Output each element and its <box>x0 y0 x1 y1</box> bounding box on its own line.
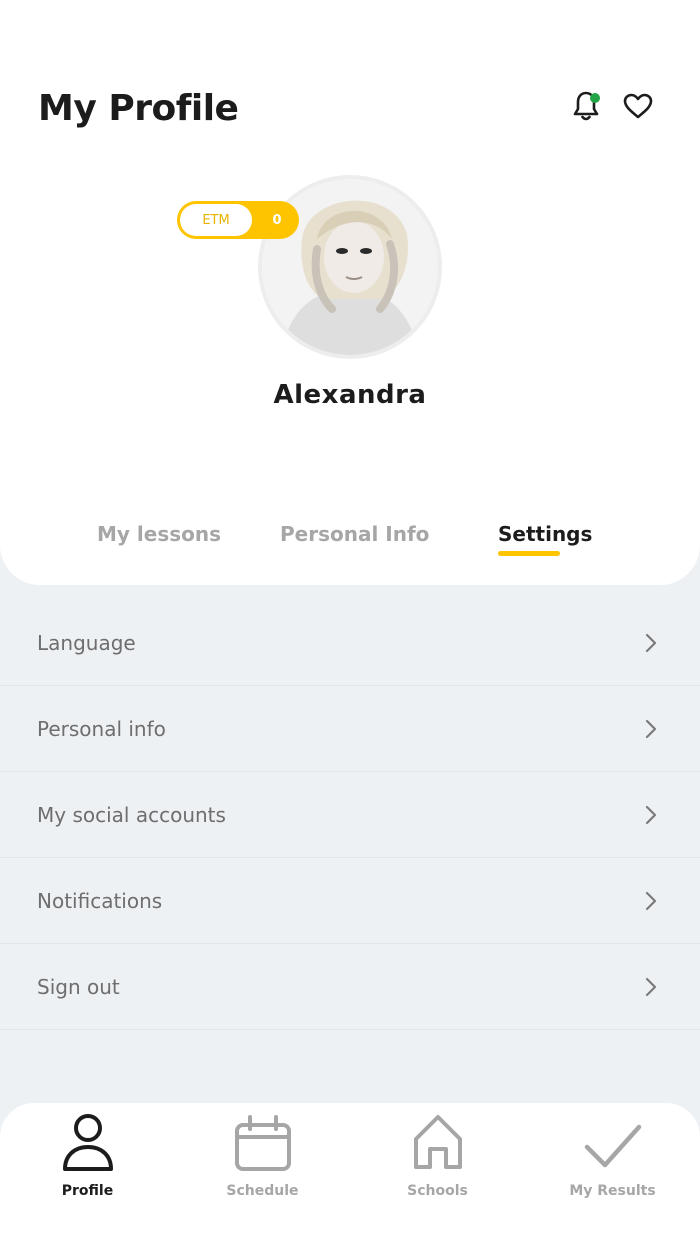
tab-settings[interactable]: Settings <box>498 522 592 546</box>
etm-badge-label: ETM <box>180 204 252 236</box>
calendar-icon <box>234 1115 291 1171</box>
notifications-button[interactable] <box>566 86 606 126</box>
etm-badge: ETM 0 <box>177 201 299 239</box>
tab-personal-info[interactable]: Personal Info <box>280 522 429 546</box>
active-tab-indicator <box>498 551 560 556</box>
nav-item-schools[interactable]: Schools <box>350 1103 525 1244</box>
chevron-right-icon <box>645 977 657 997</box>
chevron-right-icon <box>645 805 657 825</box>
home-icon <box>413 1115 462 1169</box>
settings-item-label: Language <box>37 630 136 655</box>
settings-item-social-accounts[interactable]: My social accounts <box>0 772 700 858</box>
settings-item-label: Personal info <box>37 716 166 741</box>
heart-icon <box>623 93 653 119</box>
etm-badge-value: 0 <box>272 212 282 228</box>
nav-item-my-results[interactable]: My Results <box>525 1103 700 1244</box>
nav-label: Schools <box>407 1183 468 1199</box>
page-title: My Profile <box>38 88 239 129</box>
settings-item-label: Notifications <box>37 888 163 913</box>
nav-label: Schedule <box>226 1183 299 1199</box>
user-name: Alexandra <box>273 380 427 410</box>
nav-item-schedule[interactable]: Schedule <box>175 1103 350 1244</box>
settings-item-label: Sign out <box>37 974 120 999</box>
notification-dot <box>590 93 600 103</box>
settings-item-label: My social accounts <box>37 802 226 827</box>
bottom-navigation: Profile Schedule Schools My Results <box>0 1103 700 1244</box>
nav-label: Profile <box>61 1183 114 1199</box>
settings-item-personal-info[interactable]: Personal info <box>0 686 700 772</box>
tab-my-lessons[interactable]: My lessons <box>97 522 221 546</box>
chevron-right-icon <box>645 719 657 739</box>
settings-list: Language Personal info My social account… <box>0 600 700 1030</box>
settings-item-language[interactable]: Language <box>0 600 700 686</box>
settings-item-sign-out[interactable]: Sign out <box>0 944 700 1030</box>
chevron-right-icon <box>645 633 657 653</box>
person-icon <box>62 1114 113 1171</box>
favorites-button[interactable] <box>618 86 658 126</box>
nav-item-profile[interactable]: Profile <box>0 1103 175 1244</box>
nav-label: My Results <box>569 1183 656 1199</box>
settings-item-notifications[interactable]: Notifications <box>0 858 700 944</box>
profile-header-card: My Profile ETM 0 Alexandra My lessons Pe… <box>0 0 700 585</box>
chevron-right-icon <box>645 891 657 911</box>
checkmark-icon <box>584 1124 641 1168</box>
